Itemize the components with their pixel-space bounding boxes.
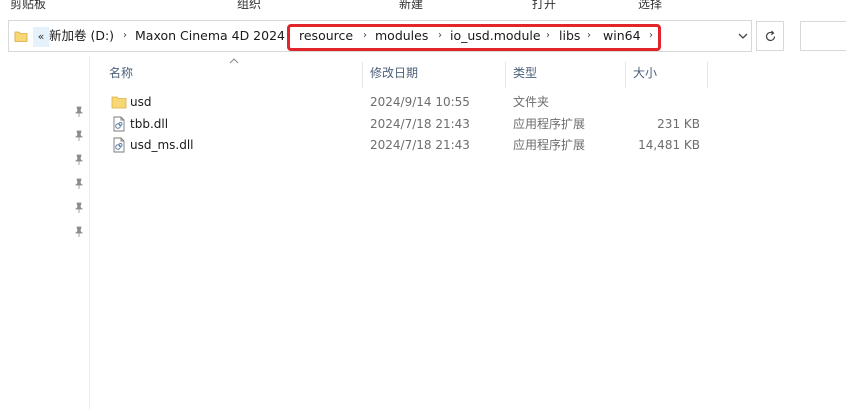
breadcrumb-separator-icon[interactable]: › <box>123 21 127 51</box>
breadcrumb-separator-icon[interactable]: › <box>587 21 591 51</box>
breadcrumb-overflow-button[interactable]: « <box>33 27 49 47</box>
breadcrumb-separator-icon[interactable]: › <box>649 21 653 51</box>
breadcrumb-item-cinema4d[interactable]: Maxon Cinema 4D 2024 <box>135 21 285 51</box>
pin-icon[interactable] <box>73 154 85 166</box>
breadcrumb-item-io-usd-module[interactable]: io_usd.module <box>450 21 541 51</box>
ribbon-group-clipboard: 剪贴板 <box>10 0 47 11</box>
folder-icon <box>14 31 28 42</box>
column-divider[interactable] <box>707 62 708 88</box>
pin-icon[interactable] <box>73 178 85 190</box>
file-row-tbb-dll[interactable]: tbb.dll 2024/7/18 21:43 应用程序扩展 231 KB <box>104 114 724 135</box>
chevron-down-icon[interactable] <box>734 27 752 45</box>
address-bar-row: « 新加卷 (D:) › Maxon Cinema 4D 2024 › reso… <box>0 18 846 56</box>
sort-ascending-icon <box>229 58 239 64</box>
pin-icon[interactable] <box>73 106 85 118</box>
column-divider[interactable] <box>625 62 626 88</box>
column-headers: 名称 修改日期 类型 大小 <box>91 56 846 88</box>
breadcrumb-item-libs[interactable]: libs <box>559 21 580 51</box>
breadcrumb-item-drive-d[interactable]: 新加卷 (D:) <box>49 21 114 51</box>
breadcrumb-separator-icon[interactable]: › <box>546 21 550 51</box>
file-type: 应用程序扩展 <box>513 138 586 152</box>
file-type: 应用程序扩展 <box>513 117 586 131</box>
pin-icon[interactable] <box>73 202 85 214</box>
breadcrumb-item-win64[interactable]: win64 <box>603 21 641 51</box>
dll-file-icon <box>113 137 125 153</box>
refresh-icon <box>765 30 776 42</box>
column-divider[interactable] <box>362 62 363 88</box>
breadcrumb-separator-icon[interactable]: › <box>363 21 367 51</box>
file-size: 231 KB <box>657 117 700 131</box>
column-header-size[interactable]: 大小 <box>633 56 657 88</box>
refresh-button[interactable] <box>756 21 784 51</box>
search-input[interactable] <box>800 21 846 51</box>
address-bar[interactable]: « 新加卷 (D:) › Maxon Cinema 4D 2024 › reso… <box>8 20 752 52</box>
breadcrumb-item-modules[interactable]: modules <box>375 21 428 51</box>
ribbon-group-labels: 剪贴板 组织 新建 打开 选择 <box>0 0 846 14</box>
file-modified: 2024/9/14 10:55 <box>370 95 470 109</box>
folder-icon <box>111 96 127 109</box>
file-size: 14,481 KB <box>638 138 700 152</box>
dll-file-icon <box>113 116 125 132</box>
ribbon-group-open: 打开 <box>532 0 557 11</box>
breadcrumb-item-resource[interactable]: resource <box>299 21 353 51</box>
column-header-type[interactable]: 类型 <box>513 56 537 88</box>
file-modified: 2024/7/18 21:43 <box>370 117 470 131</box>
file-row-usd-ms-dll[interactable]: usd_ms.dll 2024/7/18 21:43 应用程序扩展 14,481… <box>104 135 724 156</box>
pin-icon[interactable] <box>73 130 85 142</box>
file-type: 文件夹 <box>513 95 550 109</box>
file-name: usd <box>130 95 152 109</box>
column-divider[interactable] <box>505 62 506 88</box>
breadcrumb-separator-icon[interactable]: › <box>287 21 291 51</box>
navigation-pane <box>0 56 90 409</box>
file-row-usd[interactable]: usd 2024/9/14 10:55 文件夹 <box>104 92 724 113</box>
ribbon-group-organize: 组织 <box>237 0 262 11</box>
ribbon-group-new: 新建 <box>399 0 424 11</box>
file-name: usd_ms.dll <box>130 138 194 152</box>
column-header-modified[interactable]: 修改日期 <box>370 56 418 88</box>
column-header-name[interactable]: 名称 <box>109 56 133 88</box>
file-name: tbb.dll <box>130 117 169 131</box>
ribbon-group-select: 选择 <box>638 0 663 11</box>
pin-icon[interactable] <box>73 226 85 238</box>
file-modified: 2024/7/18 21:43 <box>370 138 470 152</box>
breadcrumb-separator-icon[interactable]: › <box>438 21 442 51</box>
